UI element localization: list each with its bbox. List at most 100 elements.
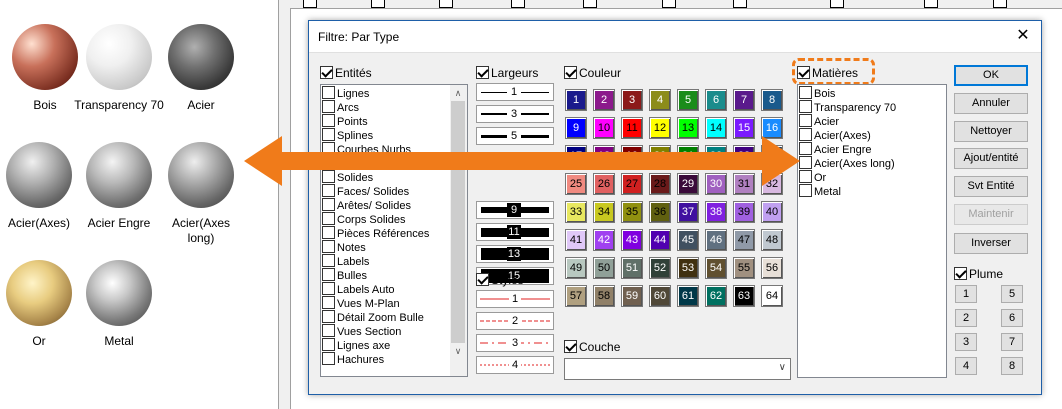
color-swatch[interactable]: 42	[593, 229, 615, 251]
color-swatch[interactable]: 40	[761, 201, 783, 223]
color-swatch[interactable]: 59	[621, 285, 643, 307]
plume-button[interactable]: 7	[1001, 333, 1023, 351]
color-swatch[interactable]: 47	[733, 229, 755, 251]
color-swatch[interactable]: 56	[761, 257, 783, 279]
color-swatch[interactable]: 52	[649, 257, 671, 279]
entity-list-item[interactable]: Lignes axe	[322, 338, 450, 352]
color-swatch[interactable]: 45	[677, 229, 699, 251]
entity-checkbox[interactable]	[322, 282, 335, 295]
material-list-item[interactable]: Acier(Axes)	[799, 128, 945, 142]
color-swatch[interactable]: 37	[677, 201, 699, 223]
color-swatch[interactable]: 64	[761, 285, 783, 307]
couche-group-header[interactable]: Couche	[564, 339, 620, 354]
hold-button[interactable]: Maintenir	[954, 204, 1028, 225]
entity-list-item[interactable]: Points	[322, 114, 450, 128]
matieres-listbox[interactable]: Bois Transparency 70 Acier Acier(Axes) Acier…	[797, 84, 947, 378]
entity-checkbox[interactable]	[322, 198, 335, 211]
entity-list-item[interactable]: Arcs	[322, 100, 450, 114]
entity-checkbox[interactable]	[322, 338, 335, 351]
color-swatch[interactable]: 58	[593, 285, 615, 307]
cancel-button[interactable]: Annuler	[954, 93, 1028, 114]
color-swatch[interactable]: 55	[733, 257, 755, 279]
next-entity-button[interactable]: Svt Entité	[954, 176, 1028, 197]
plume-button[interactable]: 1	[955, 285, 977, 303]
invert-button[interactable]: Inverser	[954, 233, 1028, 254]
clear-button[interactable]: Nettoyer	[954, 121, 1028, 142]
plume-button[interactable]: 2	[955, 309, 977, 327]
color-swatch[interactable]: 50	[593, 257, 615, 279]
material-list-item[interactable]: Metal	[799, 184, 945, 198]
plume-button[interactable]: 5	[1001, 285, 1023, 303]
material-list-item[interactable]: Or	[799, 170, 945, 184]
material-list-item[interactable]: Acier(Axes long)	[799, 156, 945, 170]
entity-list-item[interactable]: Lignes	[322, 86, 450, 100]
material-item[interactable]: Metal	[74, 260, 164, 349]
entites-group-header[interactable]: Entités	[320, 65, 372, 80]
color-swatch[interactable]: 57	[565, 285, 587, 307]
entity-list-item[interactable]: Pièces Références	[322, 226, 450, 240]
couche-combobox[interactable]: ∨	[564, 358, 791, 380]
plume-checkbox[interactable]	[954, 267, 967, 281]
close-icon[interactable]: ✕	[1013, 26, 1033, 46]
line-width-button[interactable]: 3	[476, 105, 554, 123]
color-swatch[interactable]: 5	[677, 89, 699, 111]
line-style-button[interactable]: 3	[476, 334, 554, 352]
material-list-item[interactable]: Transparency 70	[799, 100, 945, 114]
entites-checkbox[interactable]	[320, 66, 333, 80]
ok-button[interactable]: OK	[954, 65, 1028, 86]
color-swatch[interactable]: 2	[593, 89, 615, 111]
color-swatch[interactable]: 54	[705, 257, 727, 279]
material-item[interactable]: Transparency 70	[74, 24, 164, 113]
color-swatch[interactable]: 39	[733, 201, 755, 223]
plume-button[interactable]: 6	[1001, 309, 1023, 327]
entity-checkbox[interactable]	[322, 352, 335, 365]
chevron-down-icon[interactable]: ∨	[779, 362, 786, 373]
entity-checkbox[interactable]	[322, 254, 335, 267]
material-checkbox[interactable]	[799, 114, 812, 127]
add-entity-button[interactable]: Ajout/entité	[954, 148, 1028, 169]
entity-checkbox[interactable]	[322, 226, 335, 239]
styles-checkbox[interactable]	[476, 273, 489, 287]
entity-list-item[interactable]: Hachures	[322, 352, 450, 366]
color-swatch[interactable]: 7	[733, 89, 755, 111]
material-checkbox[interactable]	[799, 100, 812, 113]
line-width-button[interactable]: 9	[476, 201, 554, 219]
entites-scrollbar[interactable]: ∧ ∨	[450, 85, 467, 376]
styles-group-header[interactable]: Styles	[476, 272, 524, 287]
color-swatch[interactable]: 61	[677, 285, 699, 307]
color-swatch[interactable]: 53	[677, 257, 699, 279]
entity-checkbox[interactable]	[322, 86, 335, 99]
entity-list-item[interactable]: Vues Section	[322, 324, 450, 338]
color-swatch[interactable]: 34	[593, 201, 615, 223]
entity-checkbox[interactable]	[322, 324, 335, 337]
color-swatch[interactable]: 35	[621, 201, 643, 223]
material-item[interactable]: Acier Engre	[74, 142, 164, 231]
material-item[interactable]: Or	[0, 260, 84, 349]
color-swatch[interactable]: 4	[649, 89, 671, 111]
line-style-button[interactable]: 1	[476, 290, 554, 308]
line-style-button[interactable]: 4	[476, 356, 554, 374]
couleur-group-header[interactable]: Couleur	[564, 65, 621, 80]
entity-list-item[interactable]: Détail Zoom Bulle	[322, 310, 450, 324]
color-swatch[interactable]: 51	[621, 257, 643, 279]
color-swatch[interactable]: 62	[705, 285, 727, 307]
scroll-down-icon[interactable]: ∨	[450, 343, 466, 359]
color-swatch[interactable]: 63	[733, 285, 755, 307]
entity-checkbox[interactable]	[322, 212, 335, 225]
material-list-item[interactable]: Acier	[799, 114, 945, 128]
line-width-button[interactable]: 11	[476, 223, 554, 241]
entity-checkbox[interactable]	[322, 296, 335, 309]
color-swatch[interactable]: 41	[565, 229, 587, 251]
color-swatch[interactable]: 1	[565, 89, 587, 111]
line-width-button[interactable]: 13	[476, 245, 554, 263]
color-swatch[interactable]: 44	[649, 229, 671, 251]
material-list-item[interactable]: Bois	[799, 86, 945, 100]
color-swatch[interactable]: 33	[565, 201, 587, 223]
entity-checkbox[interactable]	[322, 240, 335, 253]
entity-list-item[interactable]: Corps Solides	[322, 212, 450, 226]
largeurs-checkbox[interactable]	[476, 66, 489, 80]
entity-list-item[interactable]: Bulles	[322, 268, 450, 282]
entity-checkbox[interactable]	[322, 100, 335, 113]
entity-checkbox[interactable]	[322, 268, 335, 281]
line-style-button[interactable]: 2	[476, 312, 554, 330]
